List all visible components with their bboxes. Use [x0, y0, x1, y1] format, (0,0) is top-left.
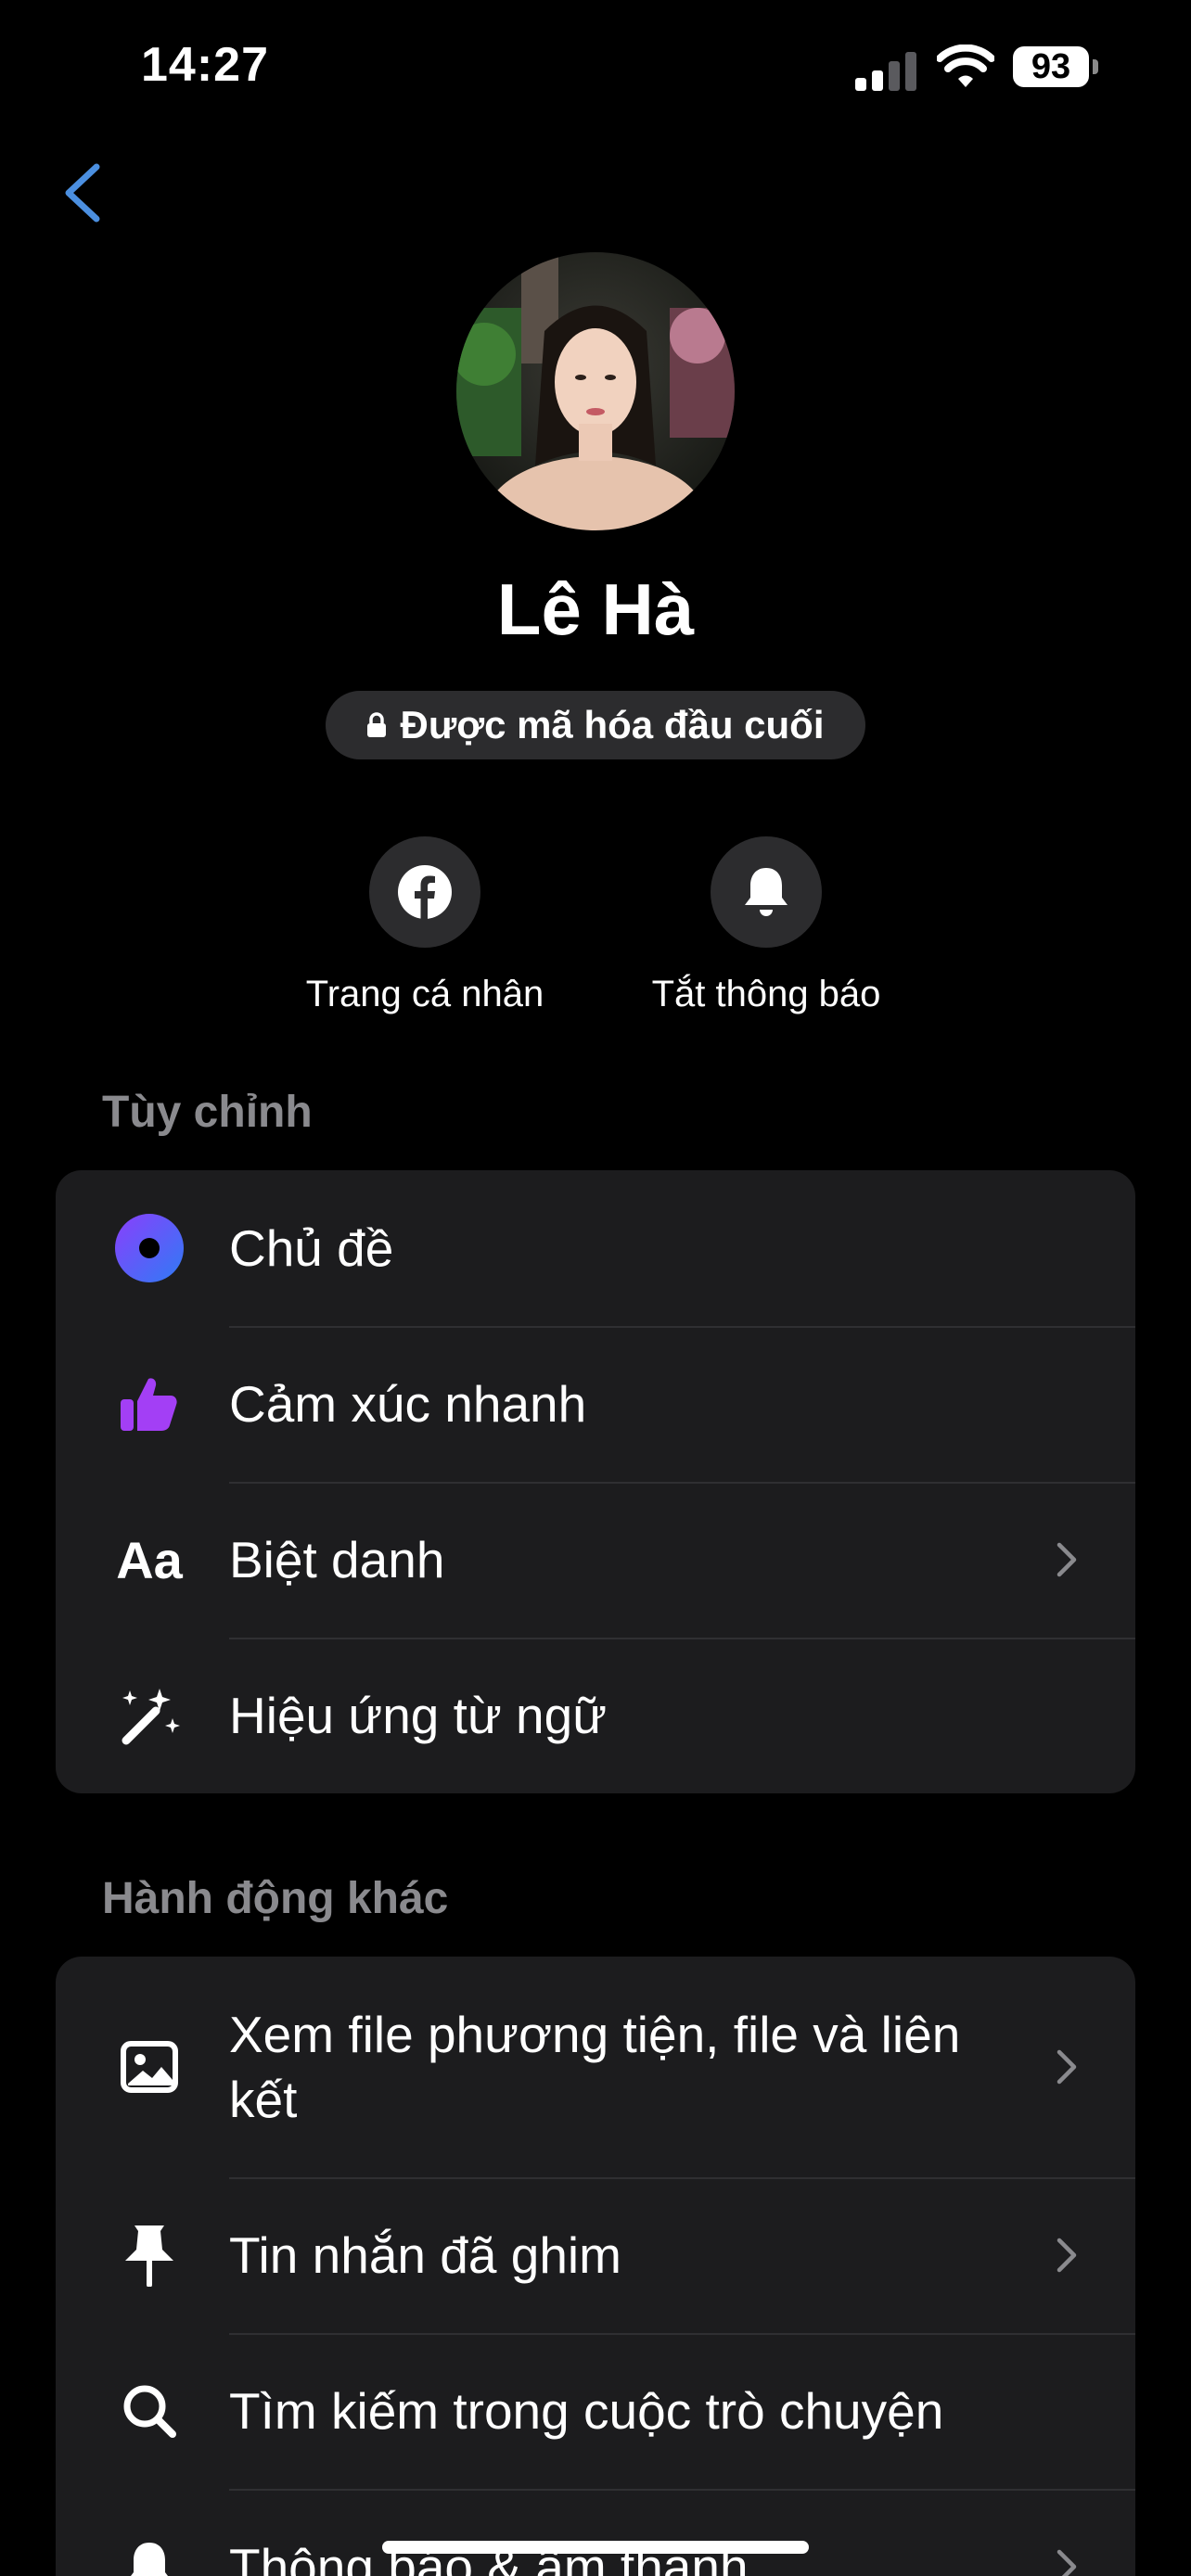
chevron-right-icon [1057, 1542, 1077, 1577]
action-circle [711, 836, 822, 948]
row-label: Tin nhắn đã ghim [229, 2226, 621, 2284]
chevron-right-icon [1057, 2549, 1077, 2576]
battery-tip [1093, 59, 1098, 74]
home-indicator[interactable] [382, 2541, 809, 2554]
media-files-links-row[interactable]: Xem file phương tiện, file và liên kết [56, 1957, 1135, 2177]
row-label: Xem file phương tiện, file và liên kết [229, 2006, 961, 2128]
row-label: Chủ đề [229, 1219, 394, 1277]
status-bar: 14:27 93 [0, 0, 1191, 139]
wifi-icon [937, 45, 994, 87]
other-actions-group: Xem file phương tiện, file và liên kết T… [56, 1957, 1135, 2576]
section-title-customize: Tùy chỉnh [102, 1088, 313, 1137]
theme-icon [111, 1210, 187, 1286]
image-icon [111, 2029, 187, 2105]
screen: 14:27 93 Lê Hà Được mã hóa đầu cuối Tran… [0, 0, 1191, 2576]
bell-icon [745, 868, 788, 916]
quick-reaction-row[interactable]: Cảm xúc nhanh [56, 1326, 1135, 1482]
battery-icon: 93 [1013, 46, 1089, 87]
chevron-left-icon[interactable] [56, 159, 111, 226]
chevron-right-icon [1057, 2049, 1077, 2085]
avatar[interactable] [456, 252, 735, 530]
pinned-messages-row[interactable]: Tin nhắn đã ghim [56, 2177, 1135, 2333]
theme-row[interactable]: Chủ đề [56, 1170, 1135, 1326]
encryption-badge[interactable]: Được mã hóa đầu cuối [326, 691, 865, 759]
mute-notifications-button[interactable]: Tắt thông báo [618, 836, 915, 1015]
pin-icon [111, 2217, 187, 2293]
word-effects-row[interactable]: Hiệu ứng từ ngữ [56, 1638, 1135, 1793]
status-time: 14:27 [141, 38, 269, 92]
profile-name: Lê Hà [496, 568, 695, 650]
nickname-row[interactable]: Aa Biệt danh [56, 1482, 1135, 1638]
row-label: Biệt danh [229, 1531, 445, 1588]
thumbs-up-icon [111, 1366, 187, 1442]
row-label: Hiệu ứng từ ngữ [229, 1687, 608, 1744]
section-title-other-actions: Hành động khác [102, 1874, 449, 1923]
magic-wand-icon [111, 1677, 187, 1753]
encryption-label: Được mã hóa đầu cuối [400, 703, 825, 746]
nickname-icon: Aa [116, 1530, 183, 1589]
bell-icon [111, 2529, 187, 2576]
search-icon [111, 2373, 187, 2449]
notifications-sounds-row[interactable]: Thông báo & âm thanh [56, 2489, 1135, 2576]
profile-page-button[interactable]: Trang cá nhân [276, 836, 573, 1015]
facebook-icon [398, 865, 452, 919]
signal-icon [855, 48, 920, 91]
customize-group: Chủ đề Cảm xúc nhanh Aa Biệt danh Hiệu ứ… [56, 1170, 1135, 1793]
search-conversation-row[interactable]: Tìm kiếm trong cuộc trò chuyện [56, 2333, 1135, 2489]
row-label: Tìm kiếm trong cuộc trò chuyện [229, 2382, 944, 2440]
action-label: Tắt thông báo [651, 974, 881, 1014]
chevron-right-icon [1057, 2238, 1077, 2273]
avatar-photo [456, 252, 735, 530]
action-label: Trang cá nhân [305, 974, 544, 1014]
lock-icon [367, 712, 387, 737]
action-circle [369, 836, 480, 948]
row-label: Cảm xúc nhanh [229, 1375, 587, 1433]
